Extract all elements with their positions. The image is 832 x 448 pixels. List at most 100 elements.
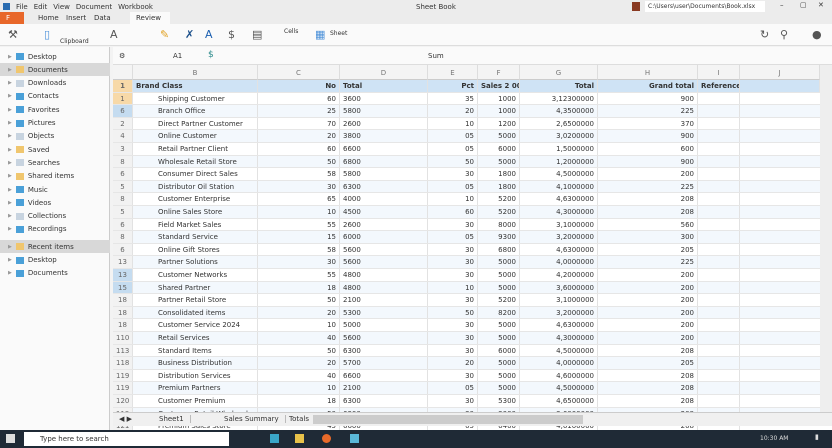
cell[interactable]: 5000: [478, 155, 520, 168]
cell[interactable]: 900: [598, 92, 698, 105]
chevron-right-icon[interactable]: ▶: [8, 133, 12, 139]
cell[interactable]: 2,6500000: [520, 117, 598, 130]
row-number[interactable]: 3: [113, 143, 133, 155]
cell[interactable]: 3,0200000: [520, 130, 598, 142]
row-number[interactable]: 8: [113, 155, 133, 168]
cell[interactable]: 50: [258, 294, 340, 306]
cell[interactable]: 6300: [340, 395, 428, 407]
chevron-right-icon[interactable]: ▶: [8, 244, 12, 250]
sidebar-item[interactable]: ▶ Recent items: [0, 240, 110, 254]
cell[interactable]: [698, 180, 740, 193]
settings-icon[interactable]: ⚙: [119, 52, 125, 60]
cell[interactable]: 4,3000000: [520, 332, 598, 344]
cell[interactable]: [698, 243, 740, 256]
cell[interactable]: 30: [428, 344, 478, 357]
cell[interactable]: Grand total: [598, 80, 698, 92]
app-menu-item[interactable]: Document: [76, 3, 112, 11]
sidebar-item[interactable]: ▶ Desktop: [0, 50, 110, 63]
table-row[interactable]: 8 Wholesale Retail Store 50 6800 50 5000 1,200…: [113, 155, 820, 169]
cell[interactable]: 6600: [340, 143, 428, 155]
function-icon[interactable]: $: [208, 50, 214, 60]
cell[interactable]: 8200: [478, 306, 520, 319]
cell[interactable]: 300: [598, 231, 698, 243]
cell[interactable]: 5000: [478, 332, 520, 344]
sidebar-item[interactable]: ▶ Favorites: [0, 103, 110, 116]
refresh-icon[interactable]: ↻: [760, 28, 769, 41]
avatar[interactable]: [632, 2, 640, 11]
cell[interactable]: 3,1000000: [520, 218, 598, 231]
cell[interactable]: 10: [258, 319, 340, 331]
cell[interactable]: 4,6300000: [520, 319, 598, 331]
cell[interactable]: 5300: [340, 306, 428, 319]
cell[interactable]: 560: [598, 218, 698, 231]
cell[interactable]: Wholesale Retail Store: [133, 155, 258, 168]
cell[interactable]: 30: [428, 269, 478, 281]
cell[interactable]: 20: [258, 306, 340, 319]
table-row[interactable]: 3 Retail Partner Client 60 6600 05 6000 1,5000…: [113, 143, 820, 156]
cell[interactable]: 4,3500000: [520, 105, 598, 117]
table-row[interactable]: 6 Field Market Sales 55 2600 30 8000 3,1000000…: [113, 218, 820, 232]
cell[interactable]: 208: [598, 382, 698, 394]
cell[interactable]: [698, 319, 740, 331]
cell[interactable]: 20: [258, 130, 340, 142]
sidebar-item[interactable]: ▶ Contacts: [0, 90, 110, 103]
cell[interactable]: 18: [258, 395, 340, 407]
cell[interactable]: 205: [598, 357, 698, 369]
cell[interactable]: 6300: [340, 344, 428, 357]
column-header[interactable]: C: [258, 65, 340, 80]
table-row[interactable]: 2 Direct Partner Customer 70 2600 10 1200 2,65…: [113, 117, 820, 131]
cell[interactable]: Online Customer: [133, 130, 258, 142]
cell[interactable]: 6000: [478, 143, 520, 155]
vertical-scrollbar[interactable]: [820, 65, 832, 412]
cell[interactable]: Partner Solutions: [133, 256, 258, 268]
cell[interactable]: 200: [598, 306, 698, 319]
cell[interactable]: [698, 306, 740, 319]
cell[interactable]: [698, 369, 740, 382]
cell[interactable]: 1000: [478, 105, 520, 117]
cell[interactable]: 4,5000000: [520, 344, 598, 357]
cell[interactable]: Distribution Services: [133, 369, 258, 382]
cell[interactable]: 6800: [478, 243, 520, 256]
cell[interactable]: 10: [258, 382, 340, 394]
cell[interactable]: 4500: [340, 206, 428, 218]
row-number[interactable]: 18: [113, 306, 133, 319]
cell[interactable]: 50: [428, 155, 478, 168]
cell[interactable]: 200: [598, 168, 698, 180]
row-number[interactable]: 6: [113, 105, 133, 117]
table-row[interactable]: 8 Standard Service 15 6000 05 9300 3,2000000 30…: [113, 231, 820, 244]
table-row[interactable]: 13 Customer Networks 55 4800 30 5000 4,2000000…: [113, 269, 820, 282]
cell[interactable]: Consumer Direct Sales: [133, 168, 258, 180]
cell[interactable]: 8000: [478, 218, 520, 231]
cell[interactable]: [698, 382, 740, 394]
cell[interactable]: No: [258, 80, 340, 92]
row-number[interactable]: 8: [113, 193, 133, 205]
cell[interactable]: Brand Class: [133, 80, 258, 92]
column-header[interactable]: F: [478, 65, 520, 80]
cell[interactable]: 25: [258, 105, 340, 117]
cell[interactable]: 30: [428, 332, 478, 344]
cell[interactable]: 4800: [340, 281, 428, 294]
profile-icon[interactable]: ●: [812, 28, 822, 41]
start-icon[interactable]: [6, 434, 15, 443]
cell[interactable]: 225: [598, 105, 698, 117]
cell[interactable]: 05: [428, 143, 478, 155]
cell[interactable]: 5200: [478, 193, 520, 205]
chevron-right-icon[interactable]: ▶: [8, 226, 12, 232]
cell[interactable]: 15: [258, 231, 340, 243]
cells-label[interactable]: Cells: [284, 28, 298, 35]
format-painter-icon[interactable]: ⚒: [8, 28, 18, 41]
cell[interactable]: 5600: [340, 256, 428, 268]
table-row[interactable]: 6 Online Gift Stores 58 5600 30 6800 4,6300000…: [113, 243, 820, 257]
app-menu-item[interactable]: Edit: [34, 3, 48, 11]
table-row[interactable]: 4 Online Customer 20 3800 05 5000 3,0200000 900: [113, 130, 820, 143]
chevron-right-icon[interactable]: ▶: [8, 200, 12, 206]
cell[interactable]: 1,2000000: [520, 155, 598, 168]
cell[interactable]: 5800: [340, 105, 428, 117]
cell[interactable]: 4,0000000: [520, 256, 598, 268]
horizontal-scrollbar[interactable]: [313, 415, 583, 424]
sidebar-item[interactable]: ▶ Searches: [0, 156, 110, 169]
app-menu-item[interactable]: File: [16, 3, 28, 11]
chevron-right-icon[interactable]: ▶: [8, 160, 12, 166]
row-number[interactable]: 120: [113, 395, 133, 407]
cell[interactable]: 30: [428, 168, 478, 180]
